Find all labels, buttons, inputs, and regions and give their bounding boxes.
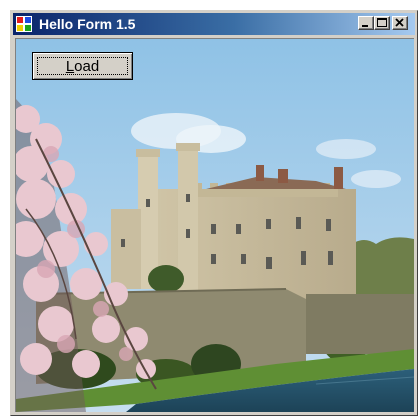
maximize-icon bbox=[377, 18, 387, 27]
app-icon bbox=[16, 16, 32, 32]
minimize-button[interactable] bbox=[358, 16, 374, 30]
minimize-icon bbox=[362, 25, 368, 27]
app-window: Hello Form 1.5 Load bbox=[10, 10, 418, 416]
load-button[interactable]: Load bbox=[32, 52, 133, 80]
load-button-label: Load bbox=[65, 58, 100, 75]
title-bar[interactable]: Hello Form 1.5 bbox=[13, 13, 415, 35]
close-icon bbox=[395, 18, 404, 27]
window-title: Hello Form 1.5 bbox=[39, 16, 136, 32]
maximize-button[interactable] bbox=[374, 16, 390, 30]
form-client-area: Load bbox=[15, 38, 414, 412]
close-button[interactable] bbox=[392, 16, 408, 30]
castle-picture bbox=[16, 39, 414, 412]
